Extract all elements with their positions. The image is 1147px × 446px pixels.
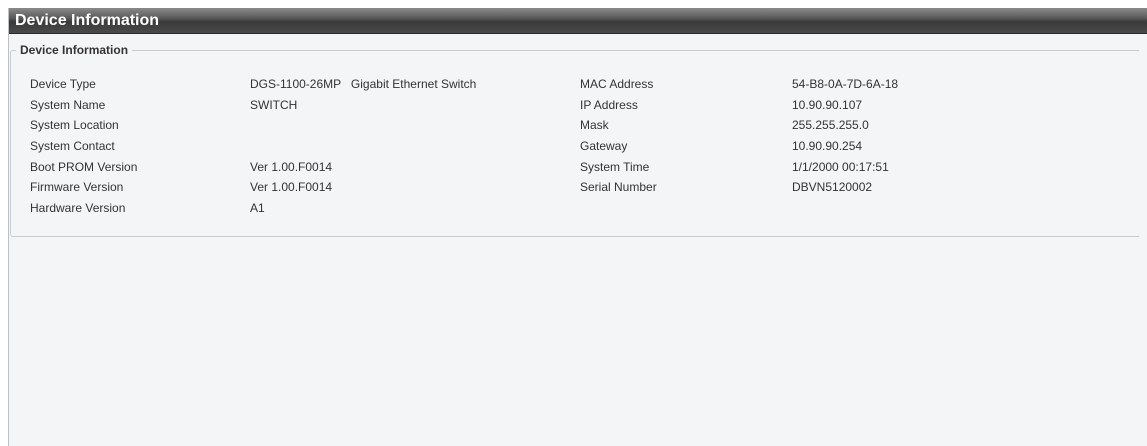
label-firmware-version: Firmware Version (30, 180, 124, 195)
label-system-contact: System Contact (30, 139, 115, 154)
label-system-location: System Location (30, 118, 119, 133)
label-serial-number: Serial Number (580, 180, 657, 195)
value-mac-address: 54-B8-0A-7D-6A-18 (792, 77, 899, 91)
value-ip-address: 10.90.90.107 (792, 97, 863, 112)
label-ip-address: IP Address (580, 97, 638, 112)
info-row-firmware-version: Firmware Version Ver 1.00.F0014 Serial N… (30, 179, 1130, 200)
panel-title-bar: Device Information (9, 8, 1147, 34)
label-system-time: System Time (580, 159, 650, 174)
fieldset-legend: Device Information (16, 42, 133, 58)
value-system-name: SWITCH (250, 97, 298, 112)
value-hardware-version: A1 (250, 201, 265, 216)
label-gateway: Gateway (580, 139, 628, 154)
info-row-system-contact: System Contact Gateway 10.90.90.254 (30, 138, 1130, 159)
label-boot-prom-version: Boot PROM Version (30, 159, 138, 174)
value-boot-prom-version: Ver 1.00.F0014 (250, 159, 333, 174)
page-title: Device Information (15, 12, 160, 29)
value-gateway: 10.90.90.254 (792, 139, 863, 154)
value-mask: 255.255.255.0 (792, 118, 869, 133)
info-row-hardware-version: Hardware Version A1 (30, 200, 1130, 221)
info-row-system-name: System Name SWITCH IP Address 10.90.90.1… (30, 97, 1130, 118)
value-device-type: DGS-1100-26MP Gigabit Ethernet Switch (250, 77, 477, 91)
value-serial-number: DBVN5120002 (792, 180, 873, 195)
label-system-name: System Name (30, 97, 106, 112)
label-mask: Mask (580, 118, 609, 133)
value-firmware-version: Ver 1.00.F0014 (250, 180, 333, 195)
info-row-boot-prom-version: Boot PROM Version Ver 1.00.F0014 System … (30, 159, 1130, 180)
label-hardware-version: Hardware Version (30, 201, 126, 216)
info-row-device-type: Device Type DGS-1100-26MP Gigabit Ethern… (30, 76, 1130, 97)
label-device-type: Device Type (30, 77, 96, 91)
label-mac-address: MAC Address (580, 77, 654, 91)
device-info-table: Device Type DGS-1100-26MP Gigabit Ethern… (30, 76, 1130, 221)
value-system-time: 1/1/2000 00:17:51 (792, 159, 889, 174)
info-row-system-location: System Location Mask 255.255.255.0 (30, 117, 1130, 138)
top-strip (0, 0, 1147, 8)
